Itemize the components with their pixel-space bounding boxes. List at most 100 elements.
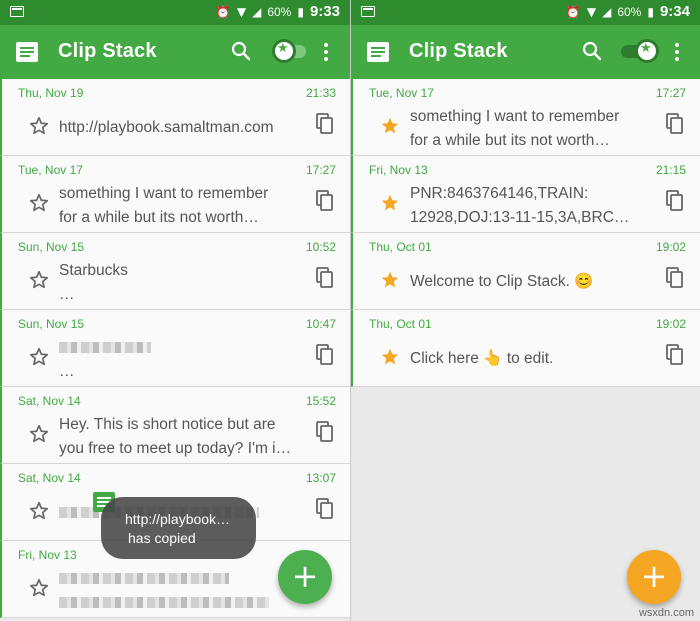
clip-text — [59, 567, 290, 615]
search-icon[interactable] — [231, 41, 251, 61]
copy-icon[interactable] — [316, 498, 334, 520]
copy-icon[interactable] — [666, 344, 684, 366]
clip-time: 13:07 — [305, 471, 336, 485]
overflow-menu-icon[interactable] — [323, 43, 329, 61]
clip-text: http://playbook.samaltman.com — [59, 119, 274, 136]
clip-time: 19:02 — [655, 240, 686, 254]
redacted-text — [59, 573, 229, 585]
clip-date: Sat, Nov 14 — [18, 394, 81, 408]
star-filled-icon[interactable] — [379, 115, 401, 137]
battery-icon: ▮ — [297, 4, 304, 19]
clip-text: Click here 👆 to edit. — [410, 350, 554, 367]
clip-date: Fri, Nov 13 — [369, 163, 428, 177]
copy-icon[interactable] — [316, 344, 334, 366]
clip-date: Thu, Nov 19 — [18, 86, 84, 100]
notification-icon — [10, 6, 24, 17]
clip-text: something I want to remember for a while … — [410, 108, 620, 149]
clip-time: 10:52 — [305, 240, 336, 254]
clip-time: 19:02 — [655, 317, 686, 331]
status-bar: ⏰ ▼ ◢ 60% ▮ 9:34 — [351, 0, 700, 25]
clip-text: PNR:8463764146,TRAIN: 12928,DOJ:13-11-15,… — [410, 185, 630, 226]
star-filled-icon[interactable] — [379, 269, 401, 291]
star-outline-icon[interactable] — [28, 192, 50, 214]
clip-card[interactable]: Sun, Nov 15 10:52 Starbucks… — [0, 233, 350, 310]
clip-time: 21:33 — [305, 86, 336, 100]
battery-icon: ▮ — [647, 4, 654, 19]
clipboard-app-icon — [16, 42, 38, 62]
clip-card[interactable]: Thu, Oct 01 19:02 Welcome to Clip Stack.… — [351, 233, 700, 310]
signal-icon: ◢ — [252, 4, 262, 19]
star-filled-icon[interactable] — [379, 346, 401, 368]
status-bar: ⏰ ▼ ◢ 60% ▮ 9:33 — [0, 0, 350, 25]
copy-icon[interactable] — [316, 267, 334, 289]
clip-card[interactable]: Sun, Nov 15 10:47 … — [0, 310, 350, 387]
copied-toast: http://playbook… has copied — [101, 497, 256, 559]
app-title: Clip Stack — [409, 40, 508, 62]
app-toolbar: Clip Stack ★ — [0, 25, 350, 79]
clip-time: 15:52 — [305, 394, 336, 408]
notification-icon — [361, 6, 375, 17]
clock: 9:33 — [309, 3, 340, 20]
watermark: wsxdn.com — [638, 607, 694, 619]
clip-time: 17:27 — [655, 86, 686, 100]
signal-icon: ◢ — [602, 4, 612, 19]
star-outline-icon[interactable] — [28, 500, 50, 522]
copy-icon[interactable] — [666, 190, 684, 212]
add-clip-button[interactable]: + — [278, 550, 332, 604]
clip-text: Hey. This is short notice but are you fre… — [59, 416, 290, 457]
clip-text: something I want to remember for a while … — [59, 185, 269, 226]
copy-icon[interactable] — [316, 421, 334, 443]
star-icon: ★ — [277, 41, 289, 56]
clip-card[interactable]: Sat, Nov 14 15:52 Hey. This is short not… — [0, 387, 350, 464]
star-outline-icon[interactable] — [28, 577, 50, 599]
clip-card[interactable]: Tue, Nov 17 17:27 something I want to re… — [351, 79, 700, 156]
overflow-menu-icon[interactable] — [674, 43, 680, 61]
toast-line-1: http://playbook… — [125, 511, 231, 527]
copy-icon[interactable] — [666, 113, 684, 135]
clip-date: Thu, Oct 01 — [369, 240, 432, 254]
clip-time: 21:15 — [655, 163, 686, 177]
wifi-icon: ▼ — [236, 4, 247, 19]
star-icon: ★ — [640, 41, 652, 56]
right-screen: ⏰ ▼ ◢ 60% ▮ 9:34 Clip Stack ★ Tue, Nov 1… — [351, 0, 700, 621]
star-outline-icon[interactable] — [28, 423, 50, 445]
clip-time: 10:47 — [305, 317, 336, 331]
app-toolbar: Clip Stack ★ — [351, 25, 700, 79]
add-clip-button[interactable]: + — [627, 550, 681, 604]
clip-date: Sun, Nov 15 — [18, 317, 85, 331]
clip-text: Starbucks… — [59, 262, 128, 303]
alarm-icon: ⏰ — [215, 4, 231, 19]
alarm-icon: ⏰ — [565, 4, 581, 19]
clip-card[interactable]: Tue, Nov 17 17:27 something I want to re… — [0, 156, 350, 233]
star-outline-icon[interactable] — [28, 269, 50, 291]
starred-filter-toggle[interactable]: ★ — [272, 39, 308, 63]
clip-date: Fri, Nov 13 — [18, 548, 77, 562]
clip-time: 17:27 — [305, 163, 336, 177]
star-outline-icon[interactable] — [28, 346, 50, 368]
clip-card[interactable]: Thu, Nov 19 21:33 http://playbook.samalt… — [0, 79, 350, 156]
redacted-text — [59, 597, 269, 609]
clip-date: Tue, Nov 17 — [369, 86, 434, 100]
clip-list: Tue, Nov 17 17:27 something I want to re… — [351, 79, 700, 387]
copy-icon[interactable] — [316, 113, 334, 135]
redacted-text — [59, 342, 151, 354]
copy-icon[interactable] — [316, 190, 334, 212]
clip-text: Welcome to Clip Stack. 😊 — [410, 273, 594, 290]
clip-text: … — [59, 336, 290, 384]
clip-card[interactable]: Thu, Oct 01 19:02 Click here 👆 to edit. — [351, 310, 700, 387]
starred-filter-toggle[interactable]: ★ — [621, 39, 659, 63]
battery-percent: 60% — [617, 4, 642, 19]
clipboard-app-icon — [367, 42, 389, 62]
search-icon[interactable] — [582, 41, 602, 61]
star-outline-icon[interactable] — [28, 115, 50, 137]
clip-date: Tue, Nov 17 — [18, 163, 83, 177]
wifi-icon: ▼ — [586, 4, 597, 19]
toast-line-2: has copied — [128, 530, 196, 546]
clip-card[interactable]: Fri, Nov 13 21:15 PNR:8463764146,TRAIN: 1… — [351, 156, 700, 233]
star-filled-icon[interactable] — [379, 192, 401, 214]
app-title: Clip Stack — [58, 40, 157, 62]
clip-date: Sat, Nov 14 — [18, 471, 81, 485]
copy-icon[interactable] — [666, 267, 684, 289]
battery-percent: 60% — [267, 4, 292, 19]
clip-date: Thu, Oct 01 — [369, 317, 432, 331]
